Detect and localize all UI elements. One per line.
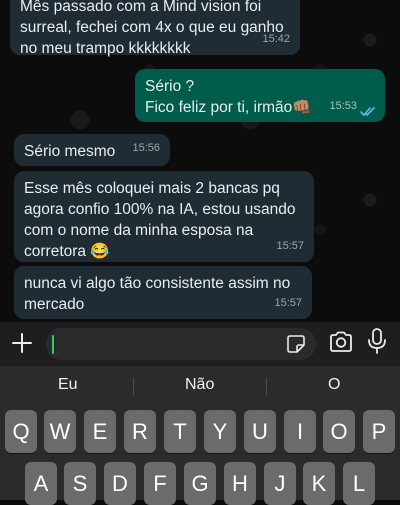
key-r[interactable]: R — [124, 410, 156, 453]
text-cursor — [52, 335, 54, 354]
message-time: 15:53 — [329, 100, 357, 112]
message-bubble[interactable]: Esse mês coloquei mais 2 bancas pq agora… — [14, 171, 314, 262]
message-text: agora confio 100% na IA, estou usando — [24, 201, 296, 218]
key-o[interactable]: O — [323, 410, 355, 453]
message-text: nunca vi algo tão consistente assim no — [24, 275, 291, 292]
suggestion-divider — [266, 378, 267, 396]
message-text: com o nome da minha esposa na — [24, 222, 254, 239]
suggestion-divider — [133, 378, 134, 396]
message-time: 15:57 — [276, 240, 304, 252]
key-q[interactable]: Q — [5, 410, 37, 453]
key-k[interactable]: K — [303, 462, 335, 505]
message-time: 15:56 — [132, 142, 160, 154]
camera-icon[interactable] — [328, 329, 354, 355]
key-e[interactable]: E — [84, 410, 116, 453]
chat-area[interactable]: Mês passado com a Mind vision foi surrea… — [0, 0, 400, 322]
message-bubble[interactable]: Mês passado com a Mind vision foi surrea… — [10, 0, 300, 57]
key-g[interactable]: G — [184, 462, 216, 505]
message-time: 15:42 — [262, 33, 290, 45]
message-text: no meu trampo kkkkkkkk — [20, 40, 191, 57]
suggestion-1[interactable]: Eu — [58, 376, 78, 394]
message-time: 15:57 — [274, 297, 302, 309]
key-u[interactable]: U — [244, 410, 276, 453]
message-text: Esse mês coloquei mais 2 bancas pq — [24, 180, 280, 197]
message-text: Mês passado com a Mind vision foi — [20, 0, 262, 15]
suggestion-2[interactable]: Não — [185, 376, 214, 394]
key-w[interactable]: W — [44, 410, 76, 453]
message-text: surreal, fechei com 4x o que eu ganho — [20, 19, 284, 36]
key-h[interactable]: H — [224, 462, 256, 505]
key-d[interactable]: D — [104, 462, 136, 505]
key-l[interactable]: L — [343, 462, 375, 505]
message-bubble[interactable]: Sério mesmo 15:56 — [14, 134, 170, 166]
read-receipt-icon — [360, 107, 375, 116]
suggestion-3[interactable]: O — [328, 376, 340, 394]
key-y[interactable]: Y — [204, 410, 236, 453]
message-text: corretora 😂 — [24, 243, 110, 260]
key-s[interactable]: S — [64, 462, 96, 505]
key-j[interactable]: J — [264, 462, 296, 505]
message-bubble[interactable]: nunca vi algo tão consistente assim no m… — [14, 266, 312, 319]
key-f[interactable]: F — [144, 462, 176, 505]
key-t[interactable]: T — [164, 410, 196, 453]
sticker-icon[interactable] — [286, 334, 306, 354]
message-text: mercado — [24, 296, 85, 313]
mic-icon[interactable] — [366, 327, 388, 355]
plus-icon[interactable] — [10, 331, 34, 355]
message-input[interactable] — [46, 328, 316, 360]
key-p[interactable]: P — [363, 410, 395, 453]
message-text: Sério ? — [145, 78, 195, 95]
key-i[interactable]: I — [284, 410, 316, 453]
message-bubble[interactable]: Sério ? Fico feliz por ti, irmão👊🏽 15:53 — [135, 69, 385, 122]
key-a[interactable]: A — [25, 462, 57, 505]
